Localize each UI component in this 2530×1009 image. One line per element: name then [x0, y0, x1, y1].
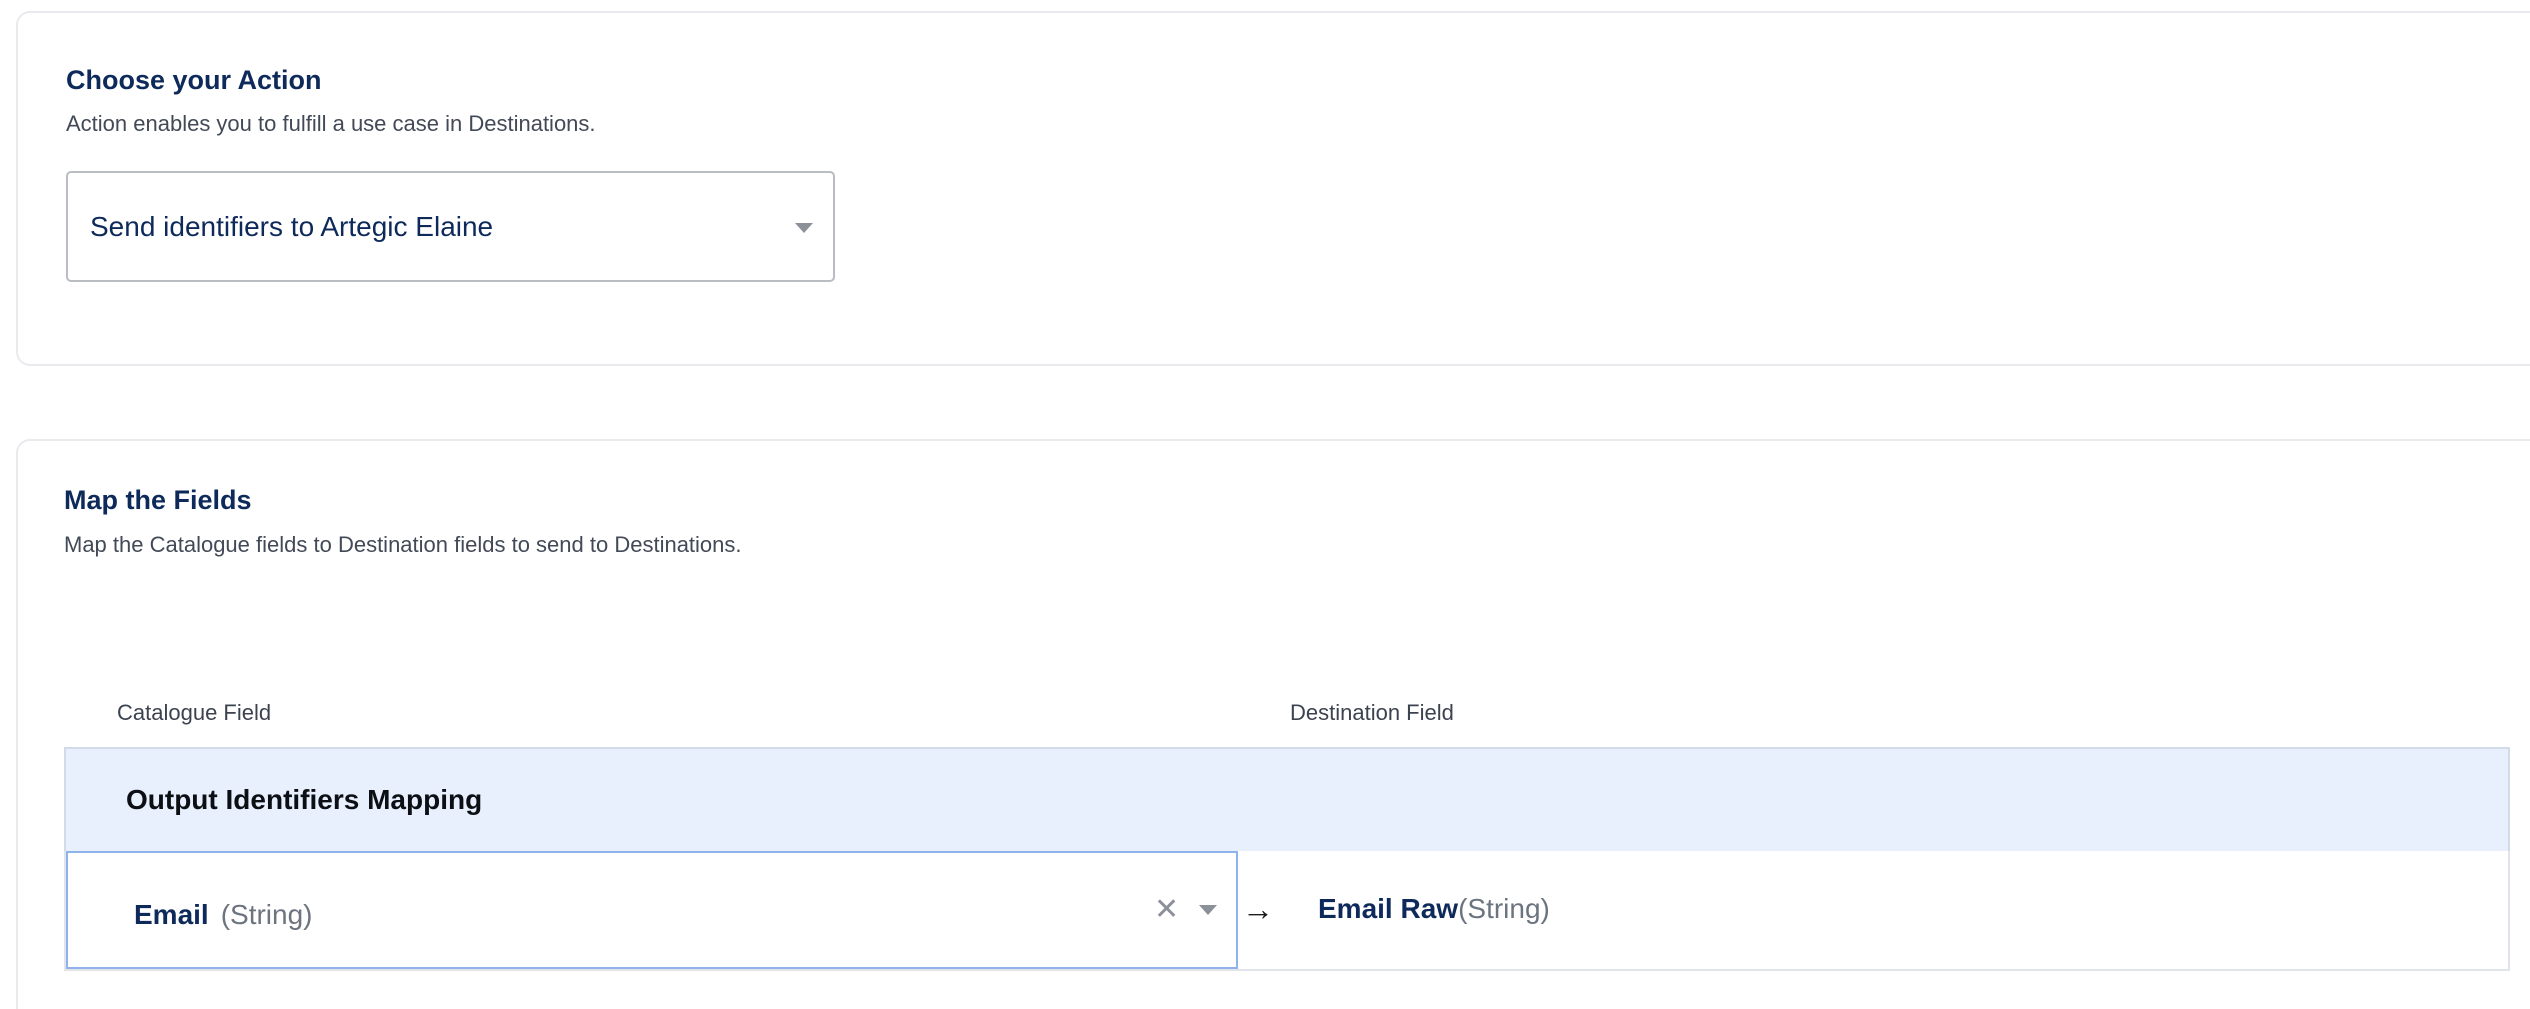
chevron-down-icon[interactable]: [1199, 905, 1217, 915]
chevron-down-icon[interactable]: [795, 223, 813, 233]
map-fields-subtitle: Map the Catalogue fields to Destination …: [64, 532, 742, 557]
catalogue-field-header: Catalogue Field: [117, 700, 272, 725]
action-select[interactable]: Send identifiers to Artegic Elaine: [66, 171, 835, 282]
mapping-row: Email (String) ✕ → Email Raw(String): [64, 851, 2510, 971]
map-fields-card: Map the Fields Map the Catalogue fields …: [16, 439, 2530, 1009]
map-fields-title: Map the Fields: [64, 485, 252, 515]
catalogue-field-type: (String): [220, 899, 313, 930]
mapping-group-header: Output Identifiers Mapping: [64, 747, 2510, 853]
arrow-right-icon: →: [1242, 891, 1274, 927]
destination-field-header: Destination Field: [1290, 700, 1454, 725]
destination-field-value: Email Raw(String): [1318, 893, 1550, 925]
action-select-value: Send identifiers to Artegic Elaine: [90, 211, 494, 242]
choose-action-title: Choose your Action: [66, 65, 322, 95]
catalogue-field-select[interactable]: Email (String) ✕: [66, 851, 1238, 969]
close-icon[interactable]: ✕: [1154, 895, 1179, 925]
choose-action-card: Choose your Action Action enables you to…: [16, 11, 2530, 366]
destination-field-name: Email Raw: [1318, 893, 1459, 924]
mapping-group-label: Output Identifiers Mapping: [126, 784, 483, 815]
destination-field-type: (String): [1458, 893, 1550, 924]
catalogue-field-value: Email (String): [134, 899, 313, 931]
catalogue-field-name: Email: [134, 899, 209, 930]
choose-action-subtitle: Action enables you to fulfill a use case…: [66, 111, 596, 136]
